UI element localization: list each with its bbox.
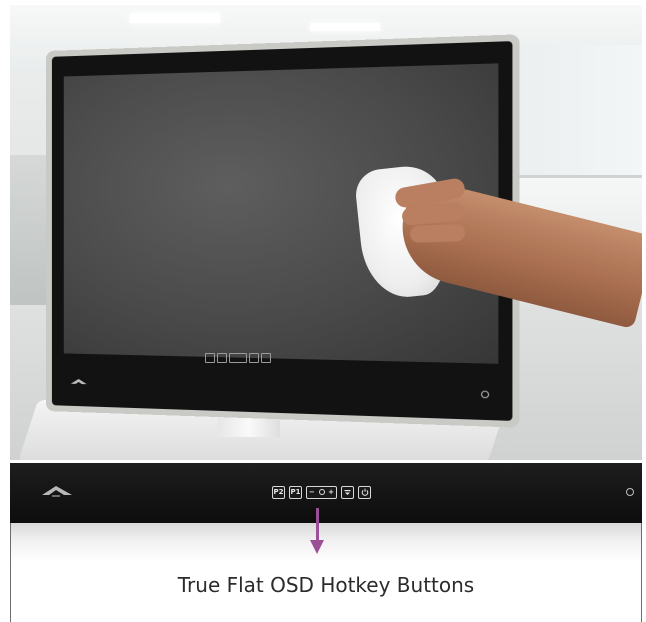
finger <box>409 224 466 243</box>
brightness-icon <box>318 489 325 495</box>
menu-icon <box>344 489 351 495</box>
brand-logo-icon <box>42 486 72 497</box>
pointer-arrow-shaft <box>316 508 319 542</box>
brand-logo-icon <box>70 378 87 385</box>
plus-label: + <box>328 488 334 496</box>
p1-button[interactable]: P1 <box>289 485 302 499</box>
mini-key <box>217 353 227 363</box>
mini-osd-buttons <box>205 348 273 367</box>
power-indicator-icon <box>480 390 490 399</box>
power-button[interactable] <box>358 485 371 499</box>
menu-button[interactable] <box>341 485 354 499</box>
caption-text: True Flat OSD Hotkey Buttons <box>177 573 475 597</box>
pointer-arrow-head-icon <box>310 540 324 554</box>
power-icon <box>361 488 368 496</box>
minus-label: − <box>309 488 315 496</box>
mini-key <box>249 353 259 363</box>
mini-key <box>261 353 271 363</box>
ceiling-light <box>130 13 220 23</box>
power-led-icon <box>626 488 634 496</box>
osd-hotkey-strip: P2 P1 − + <box>10 463 642 525</box>
ceiling-light <box>310 23 380 31</box>
mini-key <box>205 353 215 363</box>
p2-button[interactable]: P2 <box>272 485 285 499</box>
osd-button-row: P2 P1 − + <box>272 483 375 501</box>
mini-key <box>229 353 247 363</box>
brightness-rocker-button[interactable]: − + <box>306 485 337 499</box>
product-photo <box>10 5 642 460</box>
